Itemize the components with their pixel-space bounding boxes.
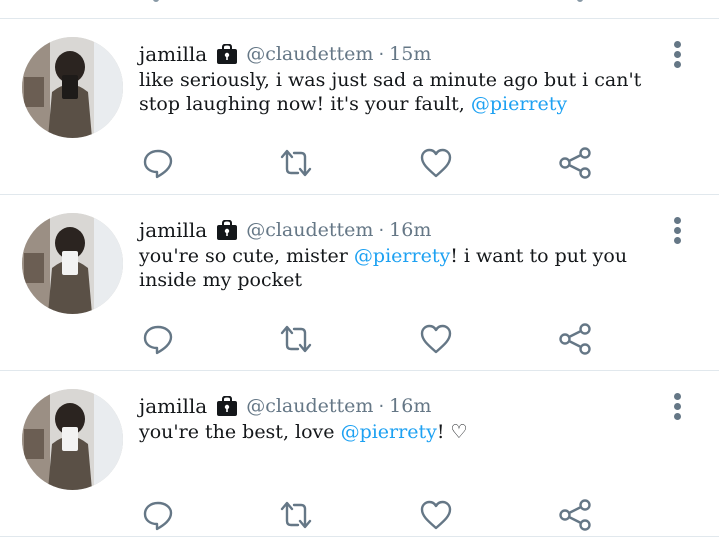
tweet-header: jamilla @claudettem · 15m bbox=[139, 41, 431, 67]
handle[interactable]: @claudettem bbox=[246, 219, 373, 241]
mention-link[interactable]: @pierrety bbox=[341, 421, 437, 443]
separator-dot: · bbox=[378, 219, 385, 241]
separator-dot: · bbox=[378, 43, 385, 65]
mention-link[interactable]: @pierrety bbox=[354, 245, 450, 267]
share-icon[interactable] bbox=[557, 321, 593, 357]
tweet-text-part: you're so cute, mister bbox=[139, 245, 354, 267]
share-icon[interactable] bbox=[557, 497, 593, 533]
handle[interactable]: @claudettem bbox=[246, 43, 373, 65]
avatar[interactable] bbox=[22, 37, 123, 138]
divider bbox=[0, 536, 719, 537]
retweet-icon[interactable] bbox=[278, 321, 314, 357]
tweet-actions bbox=[0, 145, 719, 185]
lock-icon bbox=[216, 395, 238, 416]
display-name[interactable]: jamilla bbox=[139, 394, 207, 418]
more-vertical-icon[interactable] bbox=[671, 39, 685, 69]
retweet-icon[interactable] bbox=[278, 497, 314, 533]
more-vertical-icon[interactable] bbox=[671, 215, 685, 245]
timestamp[interactable]: 16m bbox=[389, 395, 431, 417]
reply-bubble-icon[interactable] bbox=[140, 145, 176, 181]
heart-icon[interactable] bbox=[418, 145, 454, 181]
display-name[interactable]: jamilla bbox=[139, 42, 207, 66]
tweet-text: you're the best, love @pierrety! ♡ bbox=[139, 420, 679, 444]
tweet-text: you're so cute, mister @pierrety! i want… bbox=[139, 244, 679, 292]
avatar[interactable] bbox=[22, 389, 123, 490]
timestamp[interactable]: 15m bbox=[389, 43, 431, 65]
tweet-header: jamilla @claudettem · 16m bbox=[139, 217, 431, 243]
tweet-header: jamilla @claudettem · 16m bbox=[139, 393, 431, 419]
handle[interactable]: @claudettem bbox=[246, 395, 373, 417]
display-name[interactable]: jamilla bbox=[139, 218, 207, 242]
retweet-icon[interactable] bbox=[278, 145, 314, 181]
tweet[interactable]: jamilla @claudettem · 16m you're so cute… bbox=[0, 195, 719, 365]
tweet-text-part: you're the best, love bbox=[139, 421, 341, 443]
separator-dot: · bbox=[378, 395, 385, 417]
tweet[interactable]: jamilla @claudettem · 15m like seriously… bbox=[0, 19, 719, 189]
tweet-text: like seriously, i was just sad a minute … bbox=[139, 68, 679, 116]
heart-icon[interactable] bbox=[418, 497, 454, 533]
lock-icon bbox=[216, 219, 238, 240]
tweet-actions bbox=[0, 321, 719, 361]
tweet-actions bbox=[0, 497, 719, 537]
tweet-text-part: ! ♡ bbox=[436, 421, 468, 443]
lock-icon bbox=[216, 43, 238, 64]
avatar[interactable] bbox=[22, 213, 123, 314]
more-vertical-icon[interactable] bbox=[671, 391, 685, 421]
share-icon[interactable] bbox=[557, 145, 593, 181]
reply-bubble-icon[interactable] bbox=[140, 497, 176, 533]
reply-bubble-icon[interactable] bbox=[140, 321, 176, 357]
previous-tweet-share-icon-edge bbox=[577, 0, 583, 2]
tweet[interactable]: jamilla @claudettem · 16m you're the bes… bbox=[0, 371, 719, 541]
previous-tweet-reply-icon-edge bbox=[153, 0, 159, 2]
timestamp[interactable]: 16m bbox=[389, 219, 431, 241]
mention-link[interactable]: @pierrety bbox=[471, 93, 567, 115]
previous-tweet-edge bbox=[0, 0, 719, 18]
heart-icon[interactable] bbox=[418, 321, 454, 357]
